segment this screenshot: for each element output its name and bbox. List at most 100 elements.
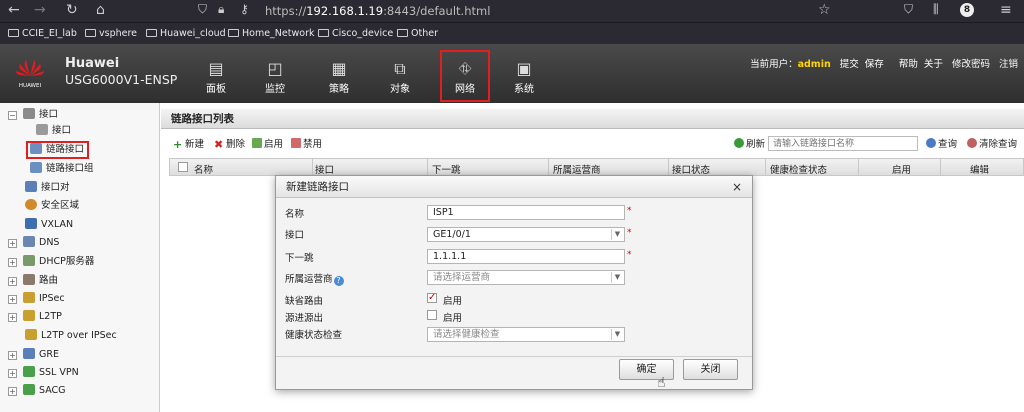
expand-icon[interactable]: + (8, 258, 17, 267)
sidebar-item-dhcp[interactable]: + DHCP服务器 (8, 255, 94, 269)
nav-monitor[interactable]: ◰ 监控 (253, 58, 297, 98)
bookmark-star-icon[interactable]: ☆ (818, 2, 831, 18)
sidebar-item-l2tp[interactable]: + L2TP (8, 310, 62, 324)
sidebar-item-dns[interactable]: + DNS (8, 236, 59, 250)
source-in-source-out-option: 启用 (443, 313, 463, 324)
bookmark-item[interactable]: vsphere (85, 28, 137, 39)
account-icon[interactable]: 8 (960, 3, 974, 17)
expand-icon[interactable]: + (8, 351, 17, 360)
health-check-select[interactable]: 请选择健康检查 ▼ (427, 327, 625, 342)
column-header-name[interactable]: 名称 (194, 162, 213, 176)
new-button[interactable]: + 新建 (173, 136, 204, 150)
expand-icon[interactable]: + (8, 313, 17, 322)
about-link[interactable]: 关于 (924, 59, 943, 70)
bookmark-item[interactable]: Home_Network (228, 28, 314, 39)
pocket-icon[interactable]: ⛉ (904, 2, 913, 17)
sidebar-item-security-zone[interactable]: 安全区域 (25, 199, 79, 213)
nexthop-field[interactable]: 1.1.1.1 (427, 249, 625, 264)
expand-icon[interactable]: + (8, 239, 17, 248)
bookmark-item[interactable]: CCIE_EI_lab (8, 28, 77, 39)
menu-icon[interactable]: ≡ (1000, 2, 1012, 18)
sidebar-item-interface[interactable]: 接口 (36, 124, 71, 138)
home-icon[interactable]: ⌂ (96, 2, 105, 18)
ok-button[interactable]: 确定 (619, 359, 674, 380)
help-link[interactable]: 帮助 (899, 59, 918, 70)
shield-icon[interactable]: ⛉ (198, 2, 207, 17)
back-icon[interactable]: ← (8, 2, 20, 18)
change-password-link[interactable]: 修改密码 (952, 59, 990, 70)
collapse-icon[interactable]: − (8, 111, 17, 120)
huawei-logo: HUAWEI (16, 60, 44, 89)
nav-policy[interactable]: ▦ 策略 (317, 58, 361, 98)
current-user: admin (797, 59, 831, 70)
logo-text: HUAWEI (19, 83, 42, 89)
url-bar[interactable]: https://192.168.1.19:8443/default.html (265, 4, 490, 18)
delete-button[interactable]: ✖ 删除 (214, 136, 245, 150)
lock-warning-icon[interactable]: 🔒︎ (218, 2, 224, 17)
disable-button[interactable]: 禁用 (291, 136, 322, 150)
health-check-label: 健康状态检查 (285, 330, 343, 341)
default-route-label: 缺省路由 (285, 296, 324, 307)
sidebar-item-interface-group[interactable]: − 接口 (8, 108, 58, 122)
help-icon[interactable]: ? (333, 276, 344, 286)
sidebar-item-interface-pair[interactable]: 接口对 (25, 181, 70, 195)
default-route-checkbox[interactable]: ✓ (427, 293, 437, 303)
interface-select[interactable]: GE1/0/1 ▼ (427, 227, 625, 242)
refresh-button[interactable]: 刷新 (734, 136, 765, 150)
bookmark-item[interactable]: Cisco_device (318, 28, 393, 39)
select-all-checkbox[interactable] (178, 162, 188, 172)
expand-icon[interactable]: + (8, 369, 17, 378)
save-link[interactable]: 保存 (865, 59, 884, 70)
source-in-source-out-checkbox[interactable] (427, 310, 437, 320)
sidebar-item-gre[interactable]: + GRE (8, 348, 59, 362)
nav-network[interactable]: ⛗ 网络 (440, 50, 490, 102)
sidebar-item-vxlan[interactable]: VXLAN (25, 218, 73, 232)
column-header-status[interactable]: 接口状态 (672, 162, 710, 176)
sidebar-item-ipsec[interactable]: + IPSec (8, 292, 65, 306)
column-header-nexthop[interactable]: 下一跳 (432, 162, 461, 176)
logout-link[interactable]: 注销 (999, 59, 1018, 70)
enable-button[interactable]: 启用 (252, 136, 283, 150)
column-header-enable[interactable]: 启用 (892, 162, 911, 176)
column-header-edit[interactable]: 编辑 (970, 162, 989, 176)
expand-icon[interactable]: + (8, 277, 17, 286)
close-button[interactable]: 关闭 (683, 359, 738, 380)
bookmark-item[interactable]: Other (397, 28, 438, 39)
name-field[interactable]: ISP1 (427, 205, 625, 220)
query-button[interactable]: 查询 (926, 136, 957, 150)
sidebar-item-ssl-vpn[interactable]: + SSL VPN (8, 366, 79, 380)
sidebar-item-sacg[interactable]: + SACG (8, 384, 66, 398)
sidebar-item-route[interactable]: + 路由 (8, 274, 58, 288)
monitor-icon: ◰ (267, 59, 283, 78)
submit-link[interactable]: 提交 (840, 59, 859, 70)
enable-icon (252, 138, 262, 148)
column-header-interface[interactable]: 接口 (315, 162, 334, 176)
nav-object[interactable]: ⧉ 对象 (378, 58, 422, 98)
nav-system[interactable]: ▣ 系统 (502, 58, 546, 98)
library-icon[interactable]: ⫼ (933, 2, 939, 17)
search-input[interactable] (768, 136, 918, 151)
column-header-health[interactable]: 健康检查状态 (770, 162, 827, 176)
bookmark-item[interactable]: Huawei_cloud (146, 28, 226, 39)
key-icon[interactable]: ⚷ (240, 2, 249, 16)
expand-icon[interactable]: + (8, 387, 17, 396)
forward-icon[interactable]: → (34, 2, 46, 18)
isp-select[interactable]: 请选择运营商 ▼ (427, 270, 625, 285)
expand-icon[interactable]: + (8, 295, 17, 304)
column-header-isp[interactable]: 所属运营商 (553, 162, 601, 176)
close-icon[interactable]: × (732, 180, 742, 194)
isp-label: 所属运营商? (285, 271, 344, 286)
nav-dashboard[interactable]: ▤ 面板 (194, 58, 238, 98)
bookmarks-bar: CCIE_EI_lab vsphere Huawei_cloud Home_Ne… (0, 22, 1024, 44)
name-label: 名称 (285, 209, 305, 220)
sidebar-item-link-interface[interactable]: 链路接口 (25, 141, 90, 159)
chevron-down-icon[interactable]: ▼ (611, 329, 623, 340)
clear-query-button[interactable]: 清除查询 (967, 136, 1017, 150)
column-divider (940, 159, 941, 175)
ssl-vpn-icon (23, 366, 35, 377)
chevron-down-icon[interactable]: ▼ (611, 272, 623, 283)
reload-icon[interactable]: ↻ (66, 2, 78, 18)
chevron-down-icon[interactable]: ▼ (611, 229, 623, 240)
sidebar-item-l2tp-over-ipsec[interactable]: L2TP over IPSec (25, 329, 117, 343)
sidebar-item-link-interface-group[interactable]: 链路接口组 (30, 162, 94, 176)
